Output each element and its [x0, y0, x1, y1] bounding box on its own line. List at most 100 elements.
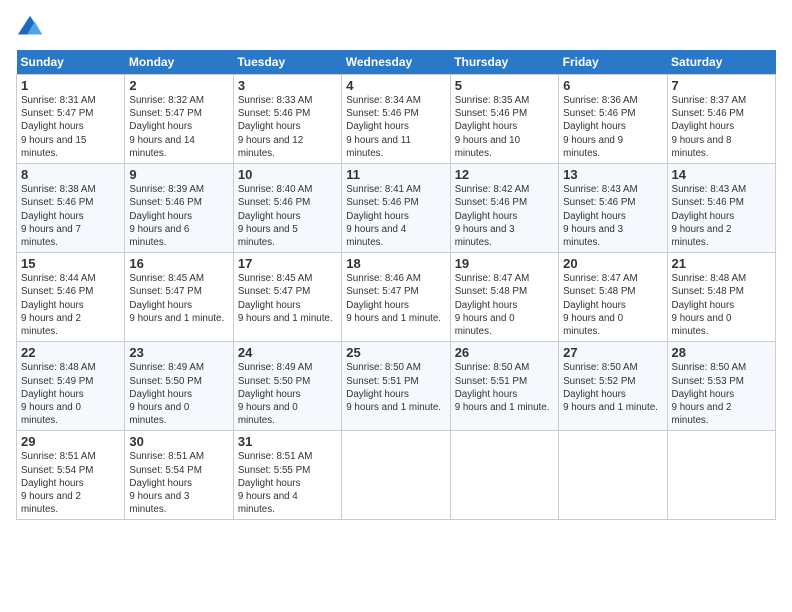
logo — [16, 14, 46, 42]
calendar-cell: 10 Sunrise: 8:40 AMSunset: 5:46 PMDaylig… — [233, 164, 341, 253]
col-header-sunday: Sunday — [17, 50, 125, 75]
calendar-cell — [667, 431, 775, 520]
day-number: 2 — [129, 78, 228, 93]
day-number: 14 — [672, 167, 771, 182]
col-header-tuesday: Tuesday — [233, 50, 341, 75]
page-container: SundayMondayTuesdayWednesdayThursdayFrid… — [0, 0, 792, 530]
calendar-cell: 22 Sunrise: 8:48 AMSunset: 5:49 PMDaylig… — [17, 342, 125, 431]
day-info: Sunrise: 8:51 AMSunset: 5:55 PMDaylight … — [238, 451, 313, 515]
day-info: Sunrise: 8:42 AMSunset: 5:46 PMDaylight … — [455, 184, 530, 248]
day-info: Sunrise: 8:48 AMSunset: 5:48 PMDaylight … — [672, 273, 747, 337]
day-number: 28 — [672, 345, 771, 360]
day-number: 10 — [238, 167, 337, 182]
calendar-cell: 24 Sunrise: 8:49 AMSunset: 5:50 PMDaylig… — [233, 342, 341, 431]
col-header-wednesday: Wednesday — [342, 50, 450, 75]
day-number: 24 — [238, 345, 337, 360]
calendar-cell: 28 Sunrise: 8:50 AMSunset: 5:53 PMDaylig… — [667, 342, 775, 431]
day-number: 12 — [455, 167, 554, 182]
day-number: 30 — [129, 434, 228, 449]
calendar-cell: 14 Sunrise: 8:43 AMSunset: 5:46 PMDaylig… — [667, 164, 775, 253]
day-number: 11 — [346, 167, 445, 182]
day-info: Sunrise: 8:50 AMSunset: 5:52 PMDaylight … — [563, 362, 658, 413]
day-info: Sunrise: 8:48 AMSunset: 5:49 PMDaylight … — [21, 362, 96, 426]
day-info: Sunrise: 8:33 AMSunset: 5:46 PMDaylight … — [238, 95, 313, 159]
day-number: 27 — [563, 345, 662, 360]
day-info: Sunrise: 8:36 AMSunset: 5:46 PMDaylight … — [563, 95, 638, 159]
calendar-cell: 30 Sunrise: 8:51 AMSunset: 5:54 PMDaylig… — [125, 431, 233, 520]
calendar-cell: 20 Sunrise: 8:47 AMSunset: 5:48 PMDaylig… — [559, 253, 667, 342]
calendar-cell: 23 Sunrise: 8:49 AMSunset: 5:50 PMDaylig… — [125, 342, 233, 431]
day-info: Sunrise: 8:40 AMSunset: 5:46 PMDaylight … — [238, 184, 313, 248]
day-number: 16 — [129, 256, 228, 271]
day-info: Sunrise: 8:34 AMSunset: 5:46 PMDaylight … — [346, 95, 421, 159]
calendar-cell: 2 Sunrise: 8:32 AMSunset: 5:47 PMDayligh… — [125, 75, 233, 164]
day-info: Sunrise: 8:43 AMSunset: 5:46 PMDaylight … — [672, 184, 747, 248]
day-info: Sunrise: 8:49 AMSunset: 5:50 PMDaylight … — [129, 362, 204, 426]
calendar-cell: 9 Sunrise: 8:39 AMSunset: 5:46 PMDayligh… — [125, 164, 233, 253]
day-number: 23 — [129, 345, 228, 360]
day-number: 19 — [455, 256, 554, 271]
logo-icon — [16, 14, 44, 42]
day-number: 26 — [455, 345, 554, 360]
day-info: Sunrise: 8:39 AMSunset: 5:46 PMDaylight … — [129, 184, 204, 248]
col-header-monday: Monday — [125, 50, 233, 75]
day-info: Sunrise: 8:35 AMSunset: 5:46 PMDaylight … — [455, 95, 530, 159]
page-header — [16, 10, 776, 42]
calendar-cell: 16 Sunrise: 8:45 AMSunset: 5:47 PMDaylig… — [125, 253, 233, 342]
day-number: 7 — [672, 78, 771, 93]
day-info: Sunrise: 8:32 AMSunset: 5:47 PMDaylight … — [129, 95, 204, 159]
calendar-cell: 12 Sunrise: 8:42 AMSunset: 5:46 PMDaylig… — [450, 164, 558, 253]
calendar-cell: 5 Sunrise: 8:35 AMSunset: 5:46 PMDayligh… — [450, 75, 558, 164]
calendar-cell: 25 Sunrise: 8:50 AMSunset: 5:51 PMDaylig… — [342, 342, 450, 431]
day-number: 20 — [563, 256, 662, 271]
calendar-cell: 7 Sunrise: 8:37 AMSunset: 5:46 PMDayligh… — [667, 75, 775, 164]
calendar-cell: 15 Sunrise: 8:44 AMSunset: 5:46 PMDaylig… — [17, 253, 125, 342]
day-number: 21 — [672, 256, 771, 271]
day-info: Sunrise: 8:41 AMSunset: 5:46 PMDaylight … — [346, 184, 421, 248]
day-number: 9 — [129, 167, 228, 182]
day-info: Sunrise: 8:50 AMSunset: 5:53 PMDaylight … — [672, 362, 747, 426]
day-info: Sunrise: 8:51 AMSunset: 5:54 PMDaylight … — [129, 451, 204, 515]
calendar-cell — [450, 431, 558, 520]
calendar-cell — [342, 431, 450, 520]
day-info: Sunrise: 8:47 AMSunset: 5:48 PMDaylight … — [563, 273, 638, 337]
calendar-cell: 13 Sunrise: 8:43 AMSunset: 5:46 PMDaylig… — [559, 164, 667, 253]
calendar-cell: 27 Sunrise: 8:50 AMSunset: 5:52 PMDaylig… — [559, 342, 667, 431]
day-number: 1 — [21, 78, 120, 93]
day-number: 29 — [21, 434, 120, 449]
day-info: Sunrise: 8:31 AMSunset: 5:47 PMDaylight … — [21, 95, 96, 159]
day-info: Sunrise: 8:38 AMSunset: 5:46 PMDaylight … — [21, 184, 96, 248]
day-info: Sunrise: 8:46 AMSunset: 5:47 PMDaylight … — [346, 273, 441, 324]
calendar-table: SundayMondayTuesdayWednesdayThursdayFrid… — [16, 50, 776, 520]
calendar-cell: 1 Sunrise: 8:31 AMSunset: 5:47 PMDayligh… — [17, 75, 125, 164]
day-number: 5 — [455, 78, 554, 93]
header-row: SundayMondayTuesdayWednesdayThursdayFrid… — [17, 50, 776, 75]
col-header-friday: Friday — [559, 50, 667, 75]
day-info: Sunrise: 8:47 AMSunset: 5:48 PMDaylight … — [455, 273, 530, 337]
day-info: Sunrise: 8:45 AMSunset: 5:47 PMDaylight … — [129, 273, 224, 324]
day-number: 22 — [21, 345, 120, 360]
calendar-cell: 21 Sunrise: 8:48 AMSunset: 5:48 PMDaylig… — [667, 253, 775, 342]
calendar-cell: 6 Sunrise: 8:36 AMSunset: 5:46 PMDayligh… — [559, 75, 667, 164]
calendar-cell: 18 Sunrise: 8:46 AMSunset: 5:47 PMDaylig… — [342, 253, 450, 342]
day-number: 15 — [21, 256, 120, 271]
day-number: 6 — [563, 78, 662, 93]
day-number: 4 — [346, 78, 445, 93]
calendar-cell: 19 Sunrise: 8:47 AMSunset: 5:48 PMDaylig… — [450, 253, 558, 342]
calendar-cell — [559, 431, 667, 520]
day-info: Sunrise: 8:45 AMSunset: 5:47 PMDaylight … — [238, 273, 333, 324]
calendar-cell: 3 Sunrise: 8:33 AMSunset: 5:46 PMDayligh… — [233, 75, 341, 164]
day-number: 25 — [346, 345, 445, 360]
col-header-thursday: Thursday — [450, 50, 558, 75]
day-info: Sunrise: 8:44 AMSunset: 5:46 PMDaylight … — [21, 273, 96, 337]
day-number: 8 — [21, 167, 120, 182]
day-number: 17 — [238, 256, 337, 271]
calendar-cell: 29 Sunrise: 8:51 AMSunset: 5:54 PMDaylig… — [17, 431, 125, 520]
day-info: Sunrise: 8:43 AMSunset: 5:46 PMDaylight … — [563, 184, 638, 248]
calendar-cell: 26 Sunrise: 8:50 AMSunset: 5:51 PMDaylig… — [450, 342, 558, 431]
calendar-cell: 31 Sunrise: 8:51 AMSunset: 5:55 PMDaylig… — [233, 431, 341, 520]
day-number: 18 — [346, 256, 445, 271]
day-number: 13 — [563, 167, 662, 182]
col-header-saturday: Saturday — [667, 50, 775, 75]
calendar-cell: 4 Sunrise: 8:34 AMSunset: 5:46 PMDayligh… — [342, 75, 450, 164]
